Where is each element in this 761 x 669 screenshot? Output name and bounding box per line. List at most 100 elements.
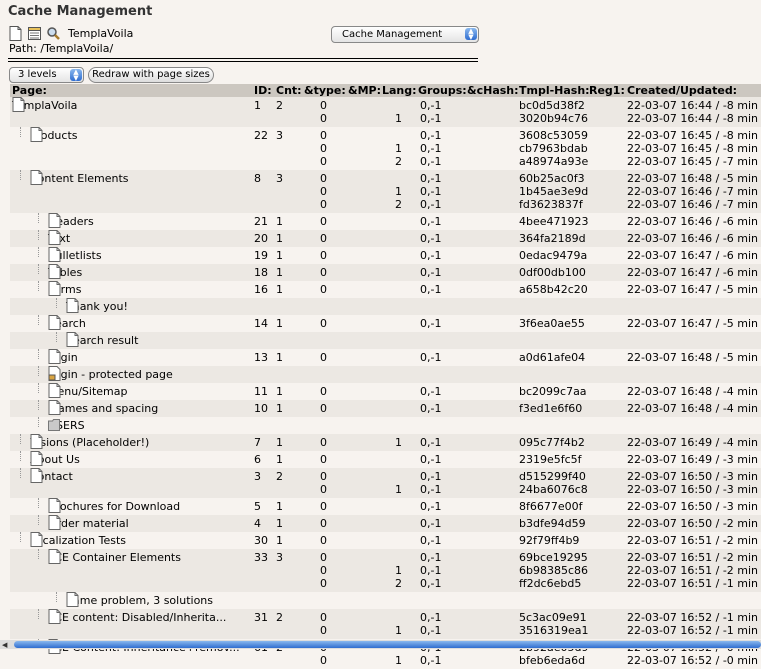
page-list-icon[interactable] — [28, 26, 41, 41]
table-row: Tables 18 1 0 0,-1 0df00db100 22-03-07 16:47 /… — [10, 263, 761, 281]
lang-value: 1 — [395, 436, 402, 449]
page-title-link[interactable]: Order material — [48, 514, 129, 530]
page-title-link[interactable]: Products — [30, 126, 78, 142]
redraw-button[interactable]: Redraw with page sizes — [88, 67, 214, 83]
page-title-link[interactable]: TemplaVoila — [12, 96, 77, 112]
tmpl-hash: 095c77f4b2 — [519, 436, 585, 449]
page-id: 22 — [254, 129, 268, 142]
page-title-link[interactable]: Text — [48, 229, 70, 245]
page-title-link[interactable]: Brochures for Download — [48, 497, 180, 513]
scrollbar-thumb[interactable] — [14, 641, 761, 648]
type-value: 0 — [320, 564, 327, 577]
column-header: Cnt: — [276, 84, 302, 97]
page-title-link[interactable]: Same problem, 3 solutions — [66, 591, 213, 607]
created-updated: 22-03-07 16:47 / -6 min — [627, 249, 759, 262]
created-updated: 22-03-07 16:47 / -5 min — [627, 317, 759, 330]
column-header: &type: — [304, 84, 346, 97]
cache-count: 1 — [276, 500, 283, 513]
page-label: Visions (Placeholder!) — [30, 436, 150, 449]
type-value: 0 — [320, 385, 327, 398]
page-label: Frames and spacing — [48, 402, 159, 415]
tmpl-hash: 4bee471923 — [519, 215, 589, 228]
created-updated: 22-03-07 16:50 / -3 min — [627, 483, 759, 496]
levels-select[interactable]: 3 levels ▲ ▼ — [9, 67, 84, 83]
tmpl-hash: 0edac9479a — [519, 249, 588, 262]
page-id: 5 — [254, 500, 261, 513]
page-icon — [30, 467, 46, 486]
page-title-link[interactable]: Localization Tests — [30, 531, 126, 547]
page-title-link[interactable]: About Us — [30, 450, 80, 469]
page-title-link[interactable]: Thank you! — [66, 297, 128, 316]
page-title-link[interactable]: USERS — [48, 418, 85, 432]
created-updated: 22-03-07 16:48 / -4 min — [627, 402, 759, 415]
page-title: Cache Management — [8, 4, 153, 19]
page-id: 1 — [254, 99, 261, 112]
horizontal-scrollbar[interactable]: ◀ — [0, 640, 761, 649]
groups-value: 0,-1 — [420, 232, 442, 245]
module-menu-select[interactable]: Cache Management ▲ ▼ — [331, 26, 479, 43]
lang-value: 2 — [395, 155, 402, 168]
table-row: Localization Tests 30 1 0 0,-1 92f79ff4b9 22-0… — [10, 531, 761, 549]
type-value: 0 — [320, 517, 327, 530]
page-title-link[interactable]: Login - protected page — [48, 365, 173, 381]
table-row: Brochures for Download 5 1 0 0,-1 8f6677e00f 2… — [10, 497, 761, 515]
page-title-link[interactable]: FCE Container Elements — [48, 548, 181, 564]
cache-count: 1 — [276, 402, 283, 415]
tmpl-hash: 24ba6076c8 — [519, 483, 588, 496]
created-updated: 22-03-07 16:51 / -1 min — [627, 577, 759, 590]
page-title-link[interactable]: Search result — [66, 331, 138, 347]
created-updated: 22-03-07 16:48 / -5 min — [627, 351, 759, 364]
created-updated: 22-03-07 16:52 / -0 min — [627, 654, 759, 667]
page-icon — [48, 212, 64, 231]
created-updated: 22-03-07 16:50 / -2 min — [627, 517, 759, 530]
tree-line — [38, 609, 39, 619]
page-id: 18 — [254, 266, 268, 279]
created-updated: 22-03-07 16:45 / -8 min — [627, 142, 759, 155]
page-title-link[interactable]: Headers — [48, 212, 94, 231]
page-icon — [66, 297, 82, 316]
page-title-link[interactable]: Visions (Placeholder!) — [30, 433, 150, 449]
search-icon[interactable] — [47, 26, 60, 41]
page-icon — [48, 314, 64, 333]
scroll-left-icon[interactable]: ◀ — [2, 641, 7, 649]
created-updated: 22-03-07 16:45 / -7 min — [627, 155, 759, 168]
page-title-link[interactable]: Search — [48, 314, 86, 333]
cache-count: 1 — [276, 385, 283, 398]
page-title-link[interactable]: Content Elements — [30, 169, 129, 185]
page-title-link[interactable]: Frames and spacing — [48, 399, 159, 418]
groups-value: 0,-1 — [420, 99, 442, 112]
tmpl-hash: 2319e5fc5f — [519, 453, 582, 466]
groups-value: 0,-1 — [420, 129, 442, 142]
tmpl-hash: b3dfe94d59 — [519, 517, 586, 530]
page-title-link[interactable]: Bulletlists — [48, 246, 102, 262]
column-header: Groups: — [418, 84, 467, 97]
page-title-link[interactable]: FCE content: Disabled/Inherita... — [48, 608, 226, 627]
groups-value: 0,-1 — [420, 185, 442, 198]
table-row: Login 13 1 0 0,-1 a0d61afe04 22-03-07 16:48 / … — [10, 348, 761, 366]
page-icon — [48, 280, 64, 299]
page-title-link[interactable]: Contact — [30, 467, 73, 486]
type-value: 0 — [320, 470, 327, 483]
page-id: 7 — [254, 436, 261, 449]
page-icon — [48, 399, 64, 418]
new-page-icon[interactable] — [9, 26, 22, 41]
page-title-link[interactable]: Forms — [48, 280, 81, 299]
page-title-link[interactable]: Login — [48, 348, 78, 364]
created-updated: 22-03-07 16:46 / -7 min — [627, 198, 759, 211]
groups-value: 0,-1 — [420, 517, 442, 530]
table-row: Headers 21 1 0 0,-1 4bee471923 22-03-07 16:46 … — [10, 212, 761, 231]
type-value: 0 — [320, 317, 327, 330]
type-value: 0 — [320, 266, 327, 279]
page-icon — [30, 450, 46, 469]
templavoila-link[interactable]: TemplaVoila — [68, 27, 133, 40]
groups-value: 0,-1 — [420, 483, 442, 496]
page-title-link[interactable]: Tables — [48, 263, 82, 279]
page-icon — [48, 608, 64, 627]
page-icon — [48, 382, 64, 401]
cache-count: 1 — [276, 283, 283, 296]
created-updated: 22-03-07 16:52 / -1 min — [627, 611, 759, 624]
page-id: 21 — [254, 215, 268, 228]
table-header: Page: ID: Cnt: &type: &MP: Lang: Groups: &cHash… — [10, 84, 761, 97]
tree-line — [56, 332, 57, 342]
page-title-link[interactable]: Menu/Sitemap — [48, 382, 127, 401]
